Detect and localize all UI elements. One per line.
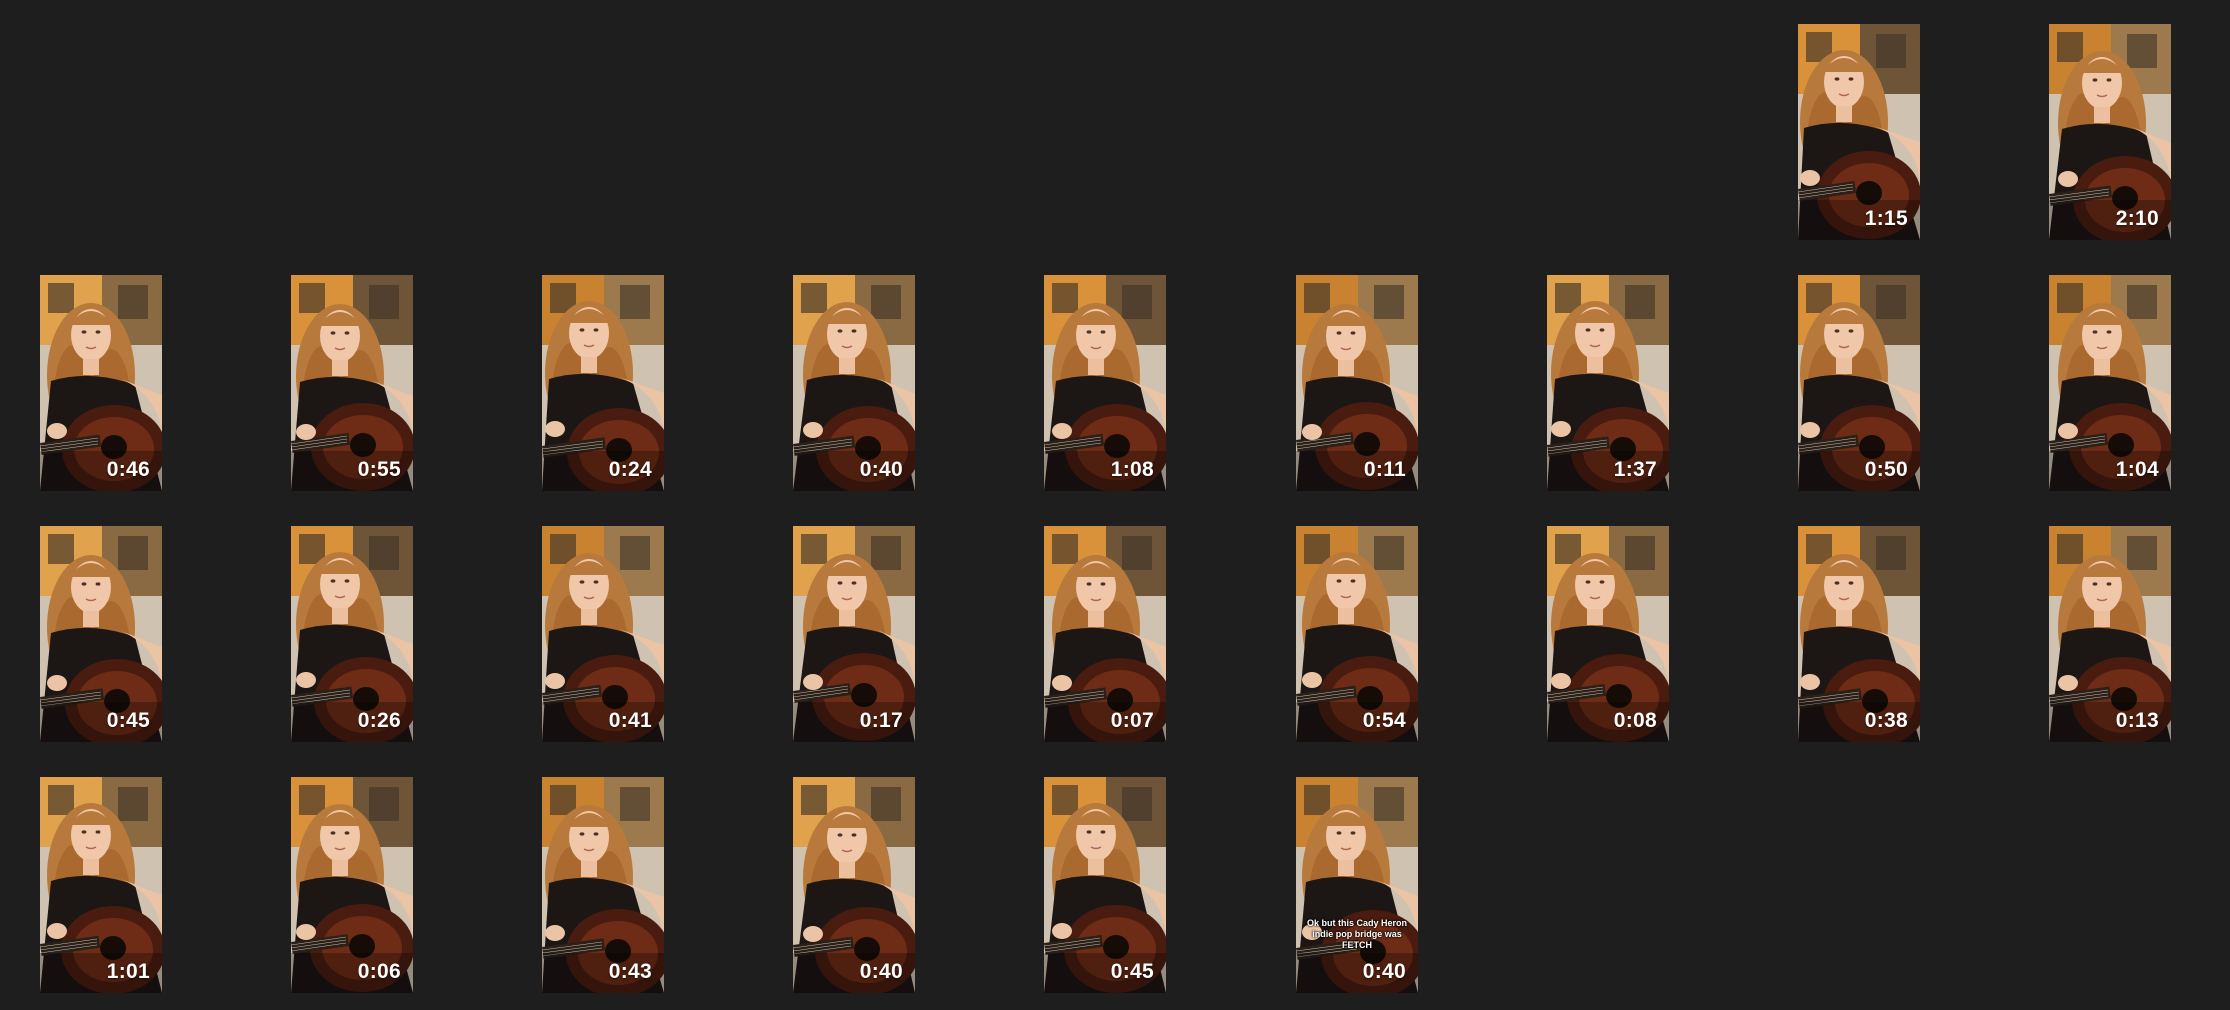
video-thumbnail[interactable]: 0:38	[1798, 526, 1920, 742]
video-thumbnail[interactable]: 0:13	[2049, 526, 2171, 742]
video-duration: 1:08	[1110, 458, 1154, 481]
video-duration: 0:13	[2115, 709, 2159, 732]
video-thumbnail[interactable]: 0:43	[542, 777, 664, 993]
video-thumbnail[interactable]: 0:07	[1044, 526, 1166, 742]
video-duration: 0:07	[1110, 709, 1154, 732]
video-thumbnail[interactable]: 0:08	[1547, 526, 1669, 742]
video-thumbnail[interactable]: 1:04	[2049, 275, 2171, 491]
video-duration: 1:37	[1613, 458, 1657, 481]
video-thumbnail[interactable]: 0:55	[291, 275, 413, 491]
video-thumbnail[interactable]: 0:46	[40, 275, 162, 491]
video-thumbnail[interactable]: 0:50	[1798, 275, 1920, 491]
video-duration: 2:10	[2115, 207, 2159, 230]
video-duration: 0:45	[106, 709, 150, 732]
video-thumbnail-grid: 1:15 2:10 0:46 0:55 0:24 0:40 1:08 0:11 …	[0, 0, 2230, 1010]
video-thumbnail[interactable]: 1:15	[1798, 24, 1920, 240]
video-thumbnail[interactable]: 1:01	[40, 777, 162, 993]
video-duration: 0:40	[859, 960, 903, 983]
video-duration: 0:50	[1864, 458, 1908, 481]
video-duration: 0:08	[1613, 709, 1657, 732]
video-duration: 0:54	[1362, 709, 1406, 732]
video-thumbnail[interactable]: 1:08	[1044, 275, 1166, 491]
video-duration: 0:06	[357, 960, 401, 983]
video-duration: 1:15	[1864, 207, 1908, 230]
video-thumbnail[interactable]: 0:45	[40, 526, 162, 742]
video-duration: 0:40	[1362, 960, 1406, 983]
video-thumbnail[interactable]: 0:41	[542, 526, 664, 742]
video-duration: 0:45	[1110, 960, 1154, 983]
video-duration: 1:01	[106, 960, 150, 983]
video-thumbnail[interactable]: 0:45	[1044, 777, 1166, 993]
video-duration: 0:40	[859, 458, 903, 481]
video-duration: 0:41	[608, 709, 652, 732]
video-thumbnail[interactable]: 0:40	[793, 275, 915, 491]
video-thumbnail[interactable]: 0:11	[1296, 275, 1418, 491]
video-thumbnail[interactable]: 2:10	[2049, 24, 2171, 240]
video-thumbnail[interactable]: 0:24	[542, 275, 664, 491]
video-thumbnail[interactable]: Ok but this Cady Heron indie pop bridge …	[1296, 777, 1418, 993]
video-thumbnail[interactable]: 0:40	[793, 777, 915, 993]
video-thumbnail[interactable]: 0:06	[291, 777, 413, 993]
video-duration: 0:11	[1363, 458, 1406, 481]
video-duration: 0:24	[608, 458, 652, 481]
video-thumbnail[interactable]: 0:26	[291, 526, 413, 742]
video-duration: 0:26	[357, 709, 401, 732]
video-caption: Ok but this Cady Heron indie pop bridge …	[1306, 918, 1407, 950]
video-duration: 0:38	[1864, 709, 1908, 732]
video-duration: 0:55	[357, 458, 401, 481]
video-duration: 1:04	[2115, 458, 2159, 481]
video-thumbnail[interactable]: 1:37	[1547, 275, 1669, 491]
video-duration: 0:43	[608, 960, 652, 983]
video-thumbnail[interactable]: 0:17	[793, 526, 915, 742]
video-thumbnail[interactable]: 0:54	[1296, 526, 1418, 742]
video-duration: 0:17	[859, 709, 903, 732]
video-duration: 0:46	[106, 458, 150, 481]
